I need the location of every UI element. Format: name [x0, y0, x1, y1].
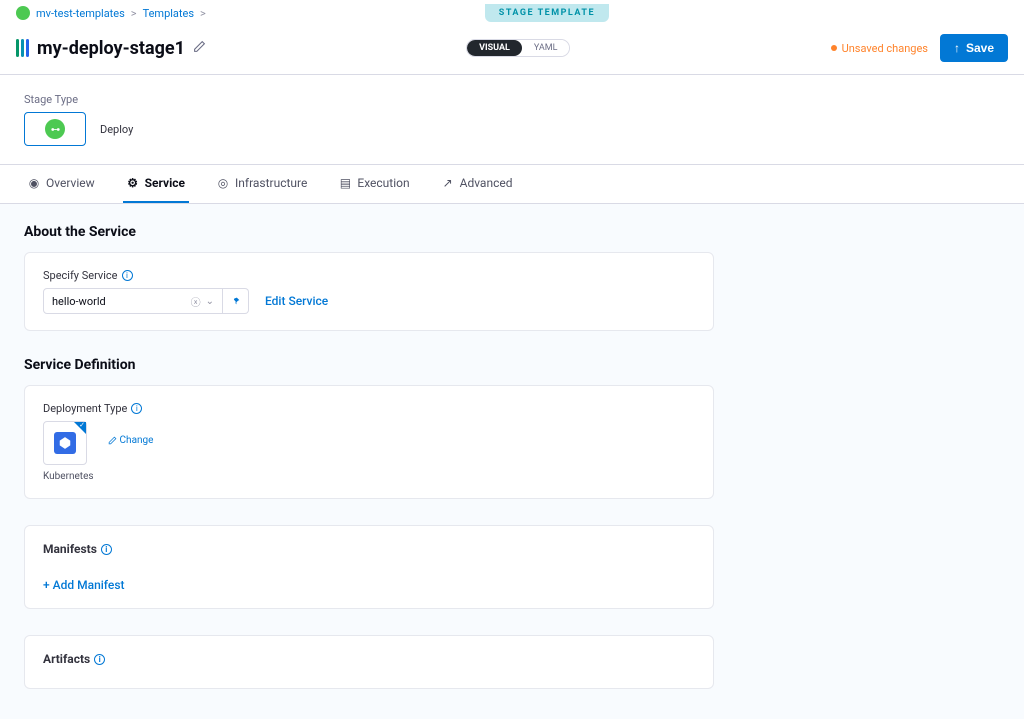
edit-service-link[interactable]: Edit Service [265, 294, 328, 308]
info-icon[interactable]: i [131, 403, 142, 414]
deploy-icon [45, 119, 65, 139]
kubernetes-label: Kubernetes [43, 471, 94, 482]
add-manifest-link[interactable]: + Add Manifest [43, 578, 695, 592]
change-deployment-link[interactable]: Change [108, 435, 154, 446]
project-icon [16, 6, 30, 20]
about-title: About the Service [24, 224, 1000, 240]
save-button[interactable]: Save [940, 34, 1008, 62]
toggle-visual[interactable]: VISUAL [467, 40, 522, 56]
tab-infrastructure[interactable]: ◎ Infrastructure [213, 165, 311, 203]
pipeline-logo-icon [16, 39, 29, 57]
tab-advanced[interactable]: ↗ Advanced [438, 165, 517, 203]
view-toggle: VISUAL YAML [466, 39, 570, 57]
edit-title-icon[interactable] [193, 40, 206, 57]
breadcrumb-project[interactable]: mv-test-templates [36, 7, 125, 20]
execution-icon: ▤ [339, 177, 351, 189]
pin-button[interactable] [223, 288, 249, 314]
tab-execution[interactable]: ▤ Execution [335, 165, 413, 203]
tab-service[interactable]: ⚙ Service [123, 165, 189, 203]
info-icon[interactable]: i [101, 544, 112, 555]
breadcrumb-templates[interactable]: Templates [143, 7, 194, 20]
breadcrumb: mv-test-templates > Templates > [16, 6, 206, 20]
breadcrumb-sep: > [200, 7, 206, 20]
kubernetes-tile[interactable] [43, 421, 87, 465]
stage-name: Deploy [100, 123, 133, 136]
info-icon[interactable]: i [94, 654, 105, 665]
service-value: hello-world [52, 295, 106, 308]
tab-overview[interactable]: ◉ Overview [24, 165, 99, 203]
stage-template-badge: STAGE TEMPLATE [485, 4, 609, 22]
infrastructure-icon: ◎ [217, 177, 229, 189]
page-title: my-deploy-stage1 [37, 38, 185, 59]
toggle-yaml[interactable]: YAML [522, 40, 570, 56]
stage-tile[interactable] [24, 112, 86, 146]
unsaved-indicator: Unsaved changes [831, 42, 928, 55]
gear-icon: ⚙ [127, 177, 139, 189]
advanced-icon: ↗ [442, 177, 454, 189]
clear-icon[interactable]: ⓧ [191, 294, 201, 309]
chevron-down-icon[interactable]: ⌄ [206, 296, 214, 307]
manifests-title: Manifests [43, 542, 97, 556]
service-def-title: Service Definition [24, 357, 1000, 373]
deployment-type-label: Deployment Type [43, 402, 127, 415]
kubernetes-icon [54, 432, 76, 454]
breadcrumb-sep: > [131, 7, 137, 20]
overview-icon: ◉ [28, 177, 40, 189]
specify-service-label: Specify Service [43, 269, 118, 282]
service-select[interactable]: hello-world ⓧ ⌄ [43, 288, 223, 314]
artifacts-title: Artifacts [43, 652, 90, 666]
info-icon[interactable]: i [122, 270, 133, 281]
stage-type-label: Stage Type [24, 93, 1000, 106]
